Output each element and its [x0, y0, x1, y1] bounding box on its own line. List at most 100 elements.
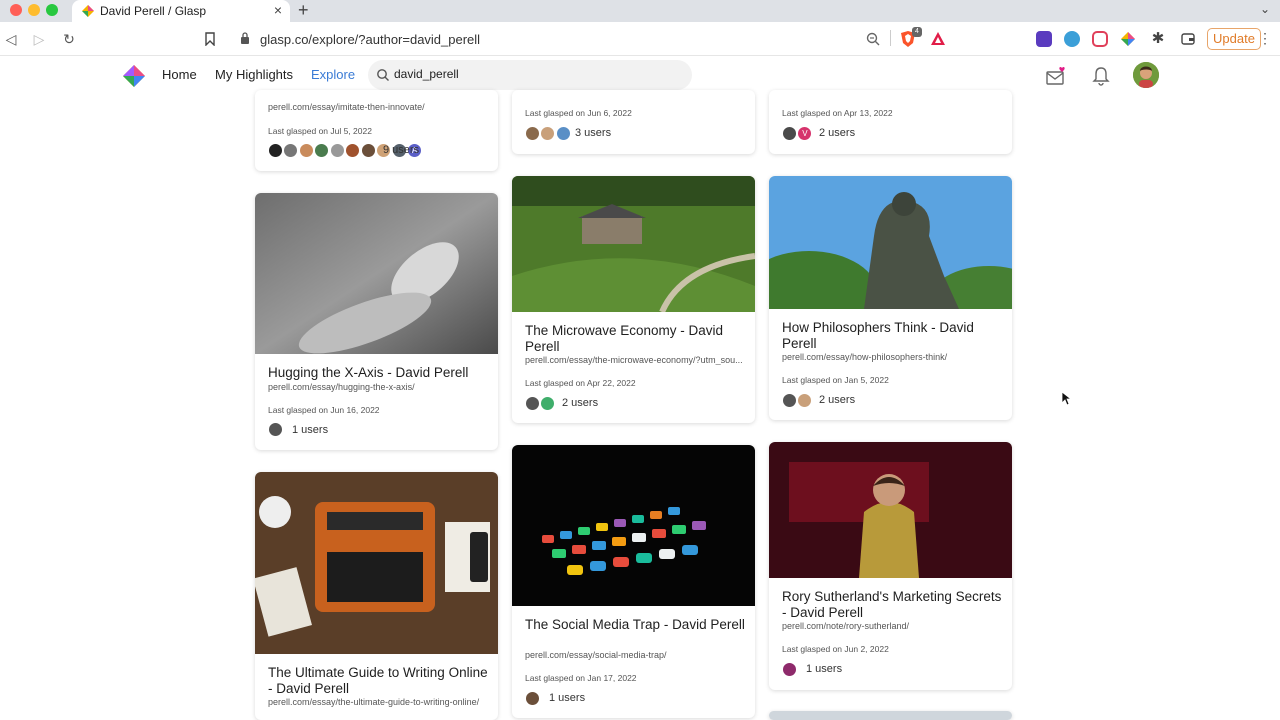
card-avatars[interactable]: [525, 395, 556, 412]
article-card[interactable]: How Philosophers Think - David Perell pe…: [769, 176, 1012, 420]
user-avatar-small[interactable]: [525, 691, 540, 707]
card-url[interactable]: perell.com/essay/the-ultimate-guide-to-w…: [268, 697, 488, 707]
card-url[interactable]: perell.com/essay/hugging-the-x-axis/: [268, 382, 488, 392]
article-card[interactable]: perell.com/essay/imitate-then-innovate/ …: [255, 90, 498, 171]
browser-tab[interactable]: David Perell / Glasp ×: [72, 0, 290, 22]
extension-eyes-icon[interactable]: [1064, 31, 1080, 47]
user-avatar-small[interactable]: [782, 662, 797, 678]
card-title[interactable]: How Philosophers Think - David Perell: [782, 320, 1002, 352]
user-avatar-small[interactable]: [329, 143, 345, 159]
card-thumbnail[interactable]: [769, 442, 1012, 578]
glasp-logo-icon[interactable]: [122, 64, 146, 88]
article-card[interactable]: The Social Media Trap - David Perell per…: [512, 445, 755, 718]
brave-rewards-icon[interactable]: [930, 31, 946, 46]
mail-icon[interactable]: [1046, 66, 1066, 86]
card-date: Last glasped on Apr 22, 2022: [525, 378, 636, 388]
article-card[interactable]: The Microwave Economy - David Perell per…: [512, 176, 755, 423]
bell-icon[interactable]: [1091, 66, 1111, 86]
pocket-icon[interactable]: [1092, 31, 1108, 47]
close-window-button[interactable]: [10, 4, 22, 16]
users-count[interactable]: 3 users: [575, 127, 611, 139]
user-avatar-small[interactable]: [345, 143, 361, 159]
zoom-icon[interactable]: [866, 32, 880, 46]
user-avatar-small[interactable]: [268, 422, 283, 438]
users-count[interactable]: 2 users: [819, 127, 855, 139]
user-avatar-small[interactable]: [525, 126, 540, 142]
card-thumbnail[interactable]: [255, 193, 498, 354]
card-avatars[interactable]: V: [782, 125, 813, 142]
card-title[interactable]: The Social Media Trap - David Perell: [525, 617, 745, 633]
users-count[interactable]: 9 users: [383, 144, 419, 156]
users-count[interactable]: 2 users: [819, 394, 855, 406]
address-bar[interactable]: glasp.co/explore/?author=david_perell 4: [228, 27, 954, 51]
user-avatar-small[interactable]: [555, 126, 571, 142]
article-card[interactable]: Last glasped on Jun 6, 2022 3 users: [512, 90, 755, 154]
article-card[interactable]: Hugging the X-Axis - David Perell perell…: [255, 193, 498, 450]
card-date: Last glasped on Apr 13, 2022: [782, 108, 893, 118]
brave-badge: 4: [912, 27, 922, 37]
minimize-window-button[interactable]: [28, 4, 40, 16]
user-avatar-letter[interactable]: V: [797, 126, 813, 142]
users-count[interactable]: 1 users: [292, 424, 328, 436]
card-url[interactable]: perell.com/essay/social-media-trap/: [525, 650, 745, 660]
user-avatar-small[interactable]: [540, 126, 556, 142]
card-url[interactable]: perell.com/essay/imitate-then-innovate/: [268, 102, 488, 112]
extension-graduation-icon[interactable]: [1036, 31, 1052, 47]
card-avatars[interactable]: [525, 690, 540, 707]
browser-tab-bar: David Perell / Glasp × + ⌄: [0, 0, 1280, 22]
reload-icon[interactable]: ↻: [60, 30, 78, 48]
user-avatar-small[interactable]: [782, 126, 797, 142]
card-title[interactable]: The Microwave Economy - David Perell: [525, 323, 745, 355]
card-url[interactable]: perell.com/essay/the-microwave-economy/?…: [525, 355, 745, 365]
browser-menu-icon[interactable]: ⋮: [1258, 30, 1272, 47]
user-avatar-small[interactable]: [797, 393, 813, 409]
card-date: Last glasped on Jun 2, 2022: [782, 644, 889, 654]
glasp-extension-icon[interactable]: [1120, 31, 1136, 47]
users-count[interactable]: 1 users: [549, 692, 585, 704]
card-avatars[interactable]: [782, 392, 813, 409]
nav-explore[interactable]: Explore: [311, 67, 355, 82]
card-avatars[interactable]: [525, 125, 571, 142]
user-avatar-small[interactable]: [283, 143, 299, 159]
user-avatar[interactable]: [1133, 62, 1159, 88]
user-avatar-small[interactable]: [525, 396, 540, 412]
card-title[interactable]: Hugging the X-Axis - David Perell: [268, 365, 488, 381]
article-card[interactable]: Last glasped on Apr 13, 2022 V 2 users: [769, 90, 1012, 154]
card-url[interactable]: perell.com/note/rory-sutherland/: [782, 621, 1002, 631]
card-title[interactable]: Rory Sutherland's Marketing Secrets - Da…: [782, 589, 1002, 621]
user-avatar-small[interactable]: [360, 143, 376, 159]
back-icon[interactable]: ◁: [2, 30, 20, 48]
nav-home[interactable]: Home: [162, 67, 197, 82]
article-card[interactable]: Rory Sutherland's Marketing Secrets - Da…: [769, 442, 1012, 690]
tab-list-chevron-icon[interactable]: ⌄: [1260, 2, 1270, 16]
users-count[interactable]: 1 users: [806, 663, 842, 675]
card-thumbnail[interactable]: [512, 445, 755, 606]
card-url[interactable]: perell.com/essay/how-philosophers-think/: [782, 352, 1002, 362]
card-avatars[interactable]: [782, 661, 797, 678]
bookmark-icon[interactable]: [204, 32, 216, 46]
search-box[interactable]: [368, 60, 692, 90]
user-avatar-small[interactable]: [782, 393, 797, 409]
card-avatars[interactable]: [268, 421, 283, 438]
tab-close-icon[interactable]: ×: [274, 2, 282, 18]
user-avatar-small[interactable]: [540, 396, 556, 412]
nav-my-highlights[interactable]: My Highlights: [215, 67, 293, 82]
card-thumbnail[interactable]: [769, 176, 1012, 309]
users-count[interactable]: 2 users: [562, 397, 598, 409]
card-thumbnail[interactable]: [769, 711, 1012, 720]
card-thumbnail[interactable]: [255, 472, 498, 654]
new-tab-button[interactable]: +: [298, 0, 309, 20]
user-avatar-small[interactable]: [298, 143, 314, 159]
article-card[interactable]: The Ultimate Guide to Writing Online - D…: [255, 472, 498, 720]
update-button[interactable]: Update: [1207, 28, 1261, 50]
forward-icon[interactable]: ▷: [30, 30, 48, 48]
wallet-icon[interactable]: [1180, 31, 1196, 47]
search-input[interactable]: [394, 67, 654, 81]
maximize-window-button[interactable]: [46, 4, 58, 16]
article-card[interactable]: [769, 711, 1012, 720]
card-thumbnail[interactable]: [512, 176, 755, 312]
extensions-puzzle-icon[interactable]: ✱: [1150, 31, 1166, 47]
user-avatar-small[interactable]: [268, 143, 283, 159]
user-avatar-small[interactable]: [314, 143, 330, 159]
card-title[interactable]: The Ultimate Guide to Writing Online - D…: [268, 665, 488, 697]
